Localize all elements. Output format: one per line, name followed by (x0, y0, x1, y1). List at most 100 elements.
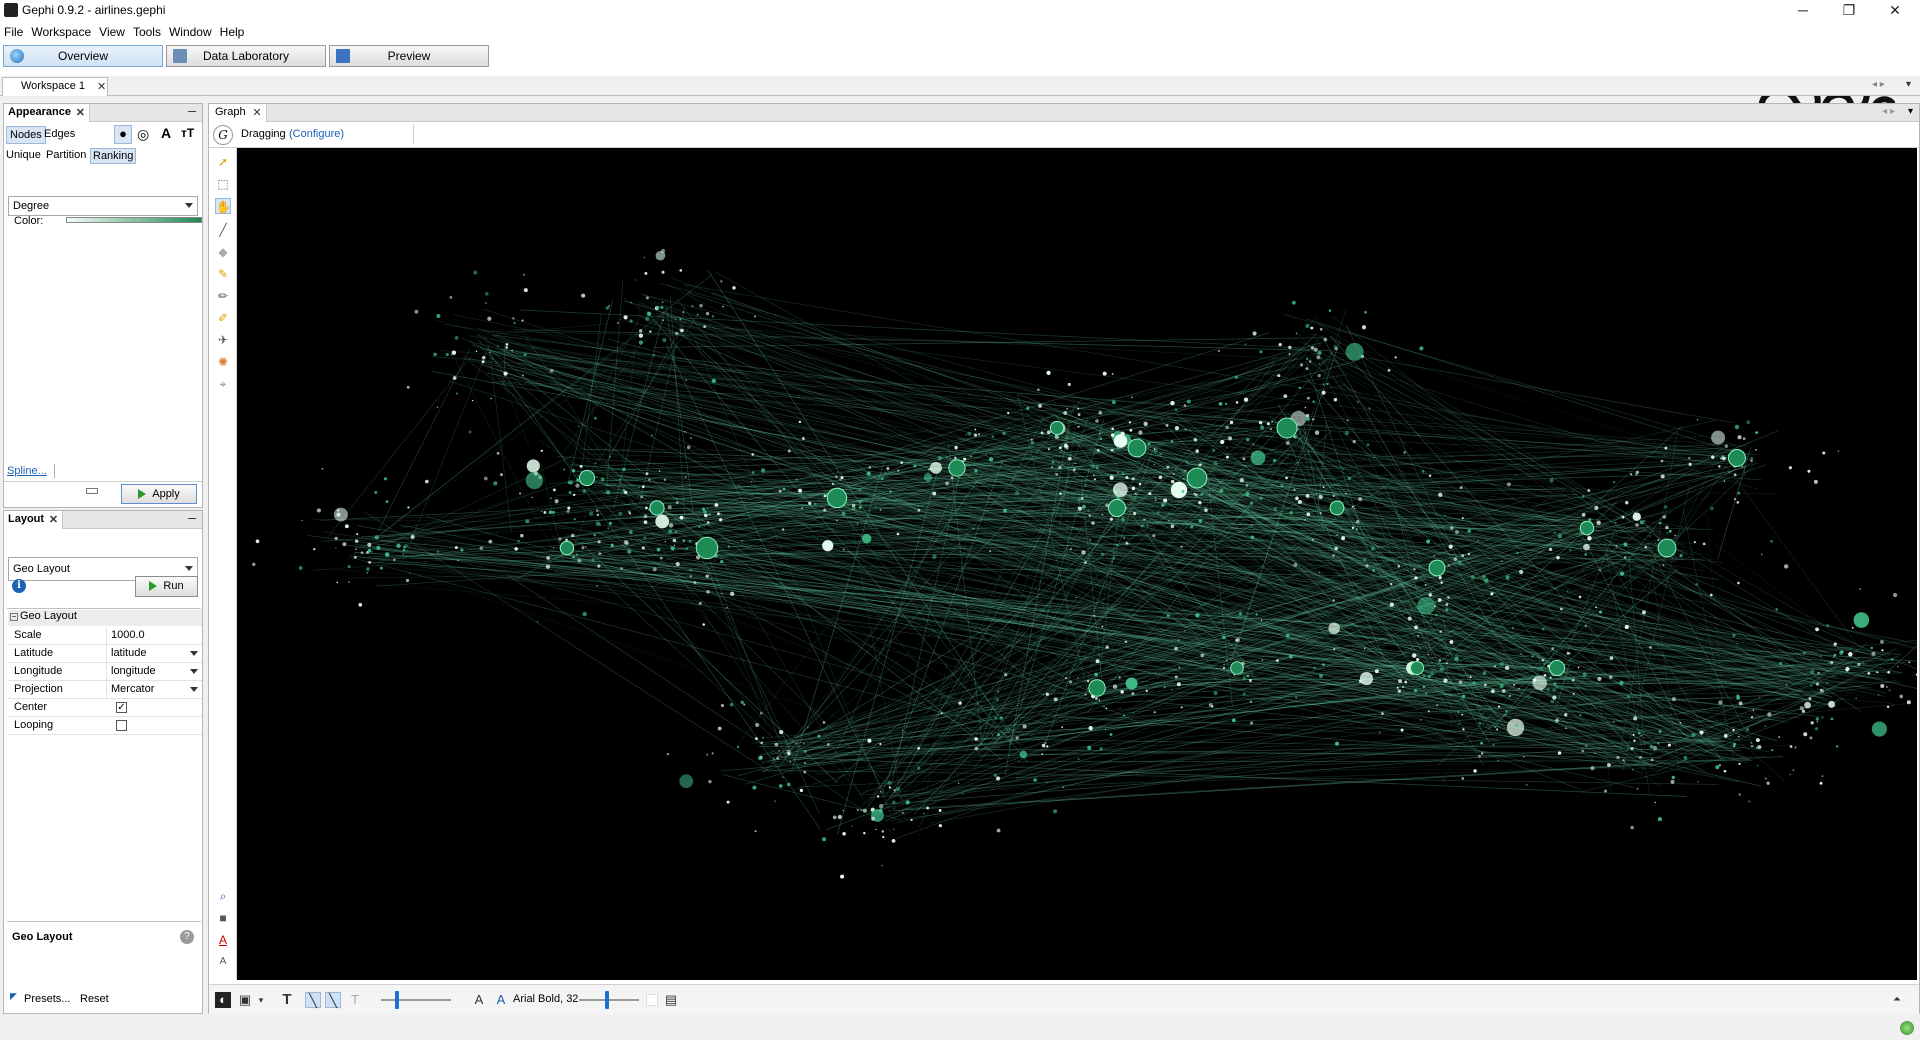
airport-node[interactable] (1419, 718, 1422, 722)
airport-node[interactable] (1523, 756, 1525, 758)
airport-node[interactable] (755, 737, 758, 740)
menu-file[interactable]: File (0, 22, 27, 40)
airport-node[interactable] (1255, 613, 1258, 616)
airport-node[interactable] (926, 806, 930, 810)
airport-node[interactable] (595, 521, 601, 526)
airport-node[interactable] (1742, 437, 1746, 441)
airport-node[interactable] (1249, 721, 1254, 725)
pointer-icon[interactable]: ➚ (215, 154, 231, 170)
airport-node[interactable] (1026, 406, 1030, 410)
airport-node[interactable] (1116, 446, 1120, 450)
airport-node[interactable] (1428, 593, 1432, 597)
airport-node[interactable] (957, 782, 960, 784)
airport-node[interactable] (720, 703, 725, 708)
airport-node[interactable] (1398, 679, 1403, 684)
label-size-slider-knob[interactable] (605, 991, 609, 1009)
airport-node[interactable] (1886, 705, 1890, 708)
airport-node[interactable] (1030, 438, 1033, 441)
airport-node[interactable] (1102, 371, 1107, 376)
airport-node[interactable] (706, 590, 710, 594)
airport-node[interactable] (781, 528, 785, 531)
airport-node[interactable] (563, 468, 566, 471)
airport-node[interactable] (891, 838, 896, 843)
label-color-icon[interactable]: A (161, 125, 171, 141)
ranking-subtab[interactable]: Ranking (90, 148, 137, 164)
airport-node[interactable] (1766, 781, 1770, 785)
airport-node[interactable] (1333, 397, 1338, 402)
rectangle-select-icon[interactable]: ⬚ (215, 176, 231, 192)
airport-node[interactable] (1467, 553, 1471, 556)
airport-node[interactable] (1750, 741, 1753, 744)
airport-node[interactable] (938, 824, 942, 828)
eraser-icon[interactable]: ◆ (215, 244, 231, 260)
menu-workspace[interactable]: Workspace (27, 22, 95, 40)
airport-node[interactable] (1093, 478, 1096, 481)
chevron-down-icon[interactable]: ▾ (253, 992, 269, 1008)
airport-node[interactable] (945, 481, 950, 486)
airport-node[interactable] (1319, 328, 1323, 331)
airport-node[interactable] (356, 533, 359, 536)
airport-node[interactable] (727, 545, 731, 548)
ranking-attribute-select[interactable]: Degree (8, 196, 198, 216)
airport-node[interactable] (1112, 684, 1118, 689)
airport-node[interactable] (881, 830, 884, 833)
font-decrease-icon[interactable]: A (471, 992, 487, 1008)
airport-node[interactable] (1501, 689, 1506, 693)
airport-node[interactable] (1445, 662, 1448, 665)
airport-node[interactable] (1607, 763, 1611, 767)
airport-node[interactable] (1808, 697, 1812, 701)
airport-node[interactable] (1323, 337, 1328, 342)
airport-node[interactable] (1157, 677, 1160, 679)
airport-node[interactable] (585, 546, 587, 548)
airport-node[interactable] (575, 553, 579, 556)
airport-node[interactable] (786, 749, 791, 755)
airport-node[interactable] (1138, 430, 1143, 435)
airport-node[interactable] (1455, 530, 1459, 534)
airport-node[interactable] (662, 319, 665, 321)
airport-node[interactable] (1310, 346, 1315, 350)
airport-node[interactable] (488, 351, 491, 354)
airport-node[interactable] (1328, 622, 1340, 635)
airport-node[interactable] (1163, 498, 1168, 503)
airport-node[interactable] (901, 730, 904, 732)
airport-node[interactable] (1679, 721, 1682, 724)
hub-airport-node[interactable] (649, 500, 665, 516)
airport-node[interactable] (1448, 544, 1453, 549)
airport-node[interactable] (1131, 486, 1136, 491)
airport-node[interactable] (1767, 712, 1772, 717)
airport-node[interactable] (577, 558, 582, 563)
airport-node[interactable] (1547, 687, 1550, 691)
airport-node[interactable] (1657, 539, 1660, 542)
hub-airport-node[interactable] (1230, 661, 1244, 675)
airport-node[interactable] (1621, 515, 1625, 519)
airport-node[interactable] (1004, 673, 1008, 677)
airport-node[interactable] (407, 506, 410, 509)
airport-node[interactable] (1007, 411, 1010, 415)
background-color-icon[interactable]: ■ (215, 910, 231, 926)
airport-node[interactable] (646, 311, 652, 316)
presets-button[interactable]: Presets... (24, 993, 70, 1005)
airport-node[interactable] (1564, 713, 1568, 717)
airport-node[interactable] (1483, 683, 1487, 687)
airport-node[interactable] (1822, 451, 1826, 455)
airport-node[interactable] (832, 815, 837, 820)
hub-airport-node[interactable] (1049, 420, 1065, 436)
airport-node[interactable] (741, 539, 744, 542)
airport-node[interactable] (1461, 694, 1466, 699)
airport-node[interactable] (1086, 679, 1090, 683)
airport-node[interactable] (1104, 728, 1107, 731)
airport-node[interactable] (973, 433, 978, 437)
airport-node[interactable] (720, 280, 723, 283)
airport-node[interactable] (1577, 666, 1580, 669)
airport-node[interactable] (1711, 455, 1715, 459)
airport-node[interactable] (1112, 482, 1128, 498)
airport-node[interactable] (867, 738, 872, 743)
airport-node[interactable] (1295, 496, 1299, 501)
airport-node[interactable] (1046, 781, 1048, 784)
airport-node[interactable] (255, 539, 260, 544)
airport-node[interactable] (729, 702, 734, 707)
airport-node[interactable] (900, 461, 904, 464)
airport-node[interactable] (607, 527, 610, 529)
airport-node[interactable] (1055, 472, 1059, 476)
airport-node[interactable] (698, 601, 702, 605)
